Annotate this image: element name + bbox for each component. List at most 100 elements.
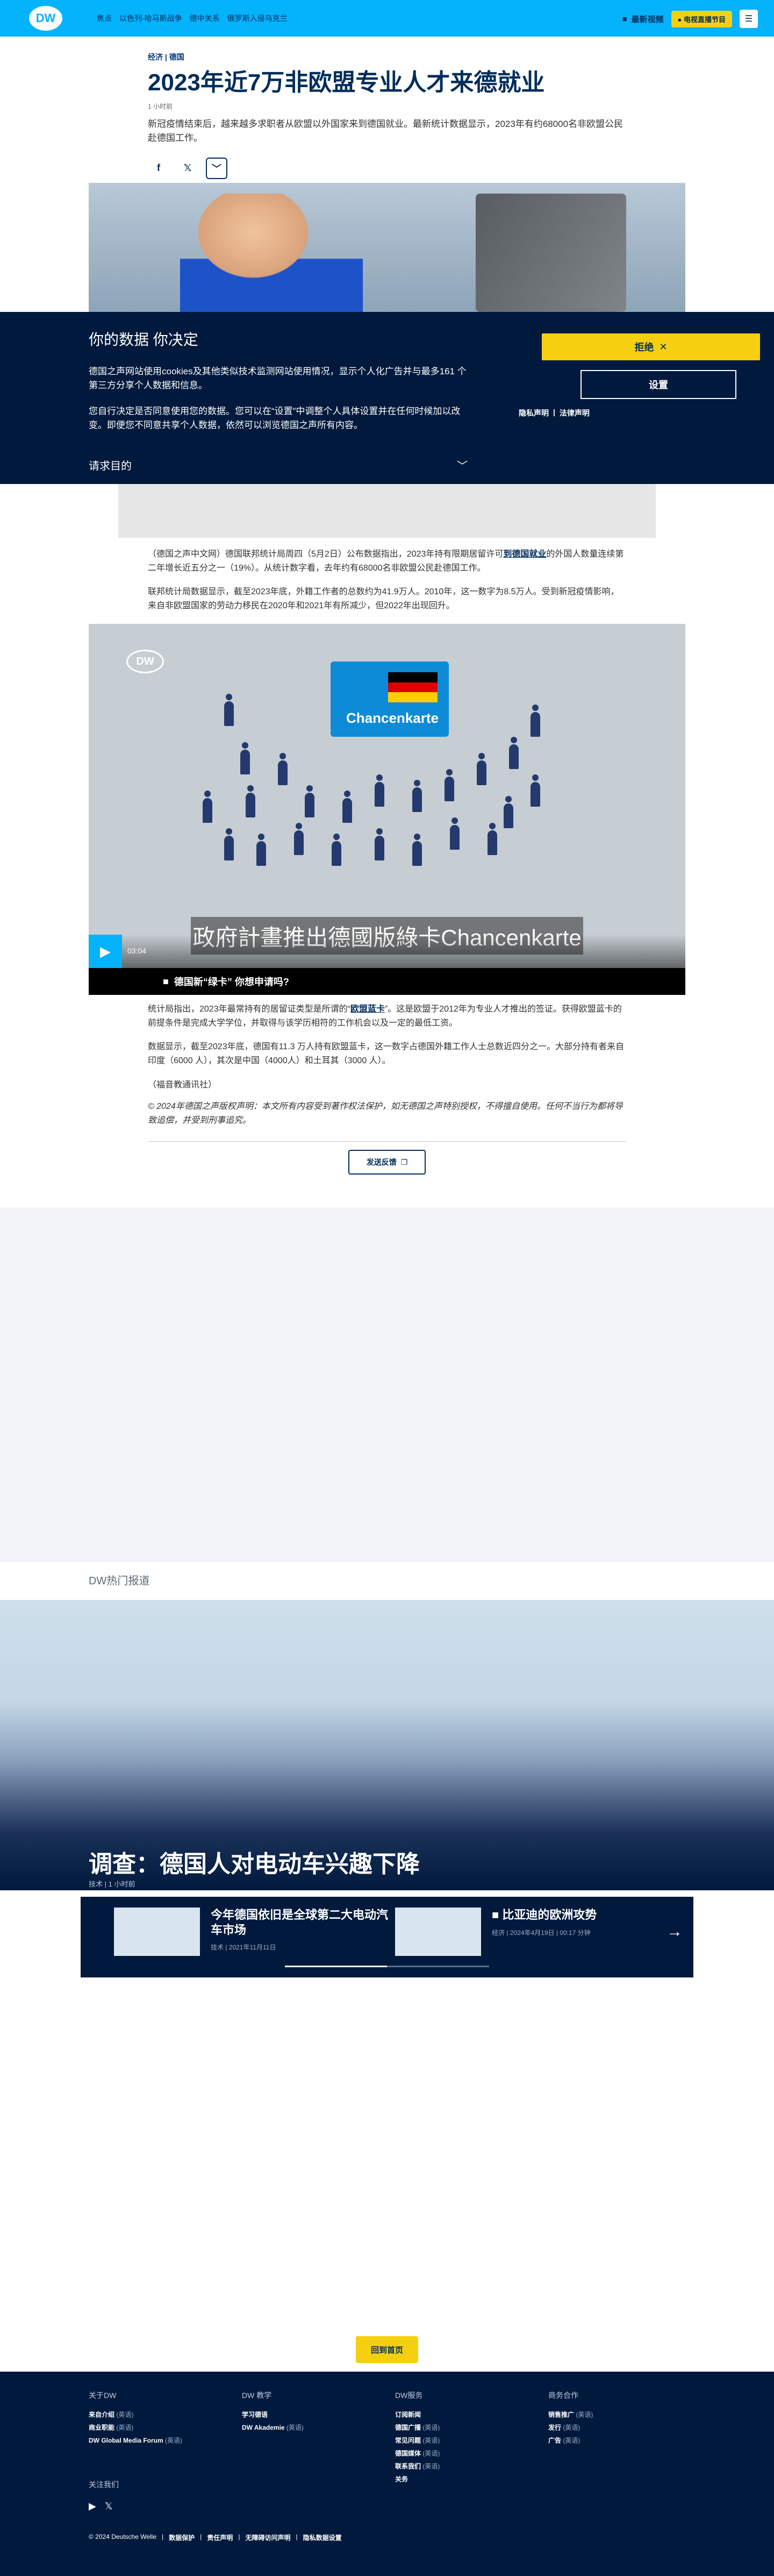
back-home-button[interactable]: 回到首页 (356, 2336, 418, 2363)
footer-link[interactable]: 商业职能 (英语) (89, 2421, 228, 2434)
person-figure (255, 834, 267, 866)
nav-focus[interactable]: 焦点 (97, 13, 112, 24)
person-figure (508, 737, 520, 769)
footer-accessibility-link[interactable]: 无障碍访问声明 (245, 2533, 290, 2542)
footer-link-label: 德国媒体 (395, 2450, 421, 2457)
footer-link[interactable]: 联系我们 (英语) (395, 2460, 535, 2473)
footer-sep: | (296, 2533, 298, 2541)
footer-sep: | (238, 2533, 240, 2541)
copy-icon: ❐ (400, 1157, 408, 1166)
footer-link[interactable]: 关务 (395, 2473, 535, 2486)
footer-link-label: 德国广播 (395, 2424, 421, 2431)
carousel-thumbnail (114, 1908, 200, 1956)
person-figure (277, 753, 289, 785)
p3-pre: 统计局指出，2023年最常持有的居留证类型是所谓的“ (148, 1005, 350, 1014)
person-figure (443, 769, 455, 801)
video-dw-logo: DW (126, 650, 164, 673)
cookie-text-2: 您自行决定是否同意使用您的数据。您可以在“设置”中调整个人具体设置并在任何时候加… (89, 406, 461, 430)
footer-link[interactable]: DW Global Media Forum (英语) (89, 2434, 228, 2447)
footer-link[interactable]: 销售推广 (英语) (548, 2408, 688, 2421)
x-icon[interactable]: 𝕏 (177, 158, 198, 179)
carousel-item[interactable]: ■ 比亚迪的欧洲攻势 经济 | 2024年4月19日 | 00:17 分钟 (395, 1908, 669, 1956)
x-icon[interactable]: 𝕏 (105, 2501, 113, 2512)
footer-sep: | (200, 2533, 202, 2541)
play-icon[interactable]: ▶ (89, 935, 122, 968)
legal-links: 隐私声明 | 法律声明 (519, 408, 590, 418)
decline-label: 拒绝 (634, 342, 654, 353)
share-more-icon[interactable]: ﹀ (206, 157, 227, 179)
legal-separator: | (553, 408, 555, 416)
cookie-banner: 你的数据 你决定 德国之声网站使用cookies及其他类似技术监测网站使用情况，… (0, 312, 774, 484)
person-figure (486, 823, 498, 855)
carousel-progress-fill (285, 1966, 387, 1967)
nav-ukraine[interactable]: 俄罗斯入侵乌克兰 (227, 13, 288, 24)
carousel-title-text: 比亚迪的欧洲攻势 (502, 1908, 597, 1922)
hero-image (89, 183, 685, 312)
youtube-icon[interactable]: ▶ (89, 2501, 96, 2512)
article-lead: 新冠疫情结束后，越来越多求职者从欧盟以外国家来到德国就业。最新统计数据显示，20… (148, 119, 624, 144)
video-player[interactable]: DW Chancenkarte 政府計畫推出德國版綠卡Chancenkarte … (89, 624, 685, 995)
footer-link[interactable]: 订阅新闻 (395, 2408, 535, 2421)
carousel-text: 今年德国依旧是全球第二大电动汽车市场 技术 | 2021年11月11日 (211, 1908, 388, 1956)
blue-card-link[interactable]: 欧盟蓝卡 (350, 1005, 385, 1014)
feedback-button[interactable]: 发送反馈 ❐ (348, 1150, 426, 1175)
follow-label: 关注我们 (89, 2480, 119, 2489)
employment-link[interactable]: 到德国就业 (503, 550, 546, 559)
hot-teaser[interactable]: 调查：德国人对电动车兴趣下降 技术 | 1 小时前 (0, 1600, 774, 1890)
footer-link[interactable]: 德国广播 (英语) (395, 2421, 535, 2434)
facebook-icon[interactable]: f (148, 158, 169, 179)
cookie-title: 你的数据 你决定 (89, 331, 198, 348)
article-header: 经济 | 德国 2023年近7万非欧盟专业人才来德就业 1 小时前 新冠疫情结束… (148, 52, 626, 179)
breadcrumb[interactable]: 经济 | 德国 (148, 52, 626, 62)
footer-link[interactable]: 学习德语 (242, 2408, 382, 2421)
feedback-label: 发送反馈 (366, 1158, 397, 1166)
settings-button[interactable]: 设置 (580, 370, 736, 399)
decline-button[interactable]: 拒绝 ✕ (542, 333, 760, 360)
person-figure (449, 817, 461, 850)
legal-link[interactable]: 法律声明 (560, 408, 590, 418)
menu-icon[interactable]: ☰ (740, 10, 758, 28)
machine-shape (476, 194, 626, 312)
carousel-progress (285, 1966, 489, 1967)
footer-link[interactable]: 德国媒体 (英语) (395, 2447, 535, 2460)
footer-link[interactable]: 常见问题 (英语) (395, 2434, 535, 2447)
live-tv-button[interactable]: ● 电视直播节目 (671, 10, 732, 27)
video-camera-icon: ■ (492, 1908, 503, 1922)
teaser-meta: 技术 | 1 小时前 (89, 1880, 135, 1888)
footer-privacy-link[interactable]: 数据保护 (169, 2533, 195, 2542)
person-figure (202, 791, 213, 823)
ad-placeholder (118, 484, 656, 538)
cookie-purposes-toggle[interactable]: 请求目的 ﹀ (89, 457, 468, 473)
page-title: 2023年近7万非欧盟专业人才来德就业 (148, 69, 545, 96)
footer-link[interactable]: 来自介绍 (英语) (89, 2408, 228, 2421)
person-figure (476, 753, 488, 785)
footer-link[interactable]: DW Akademie (英语) (242, 2421, 382, 2434)
footer-link[interactable]: 广告 (英语) (548, 2434, 688, 2447)
share-bar: f 𝕏 ﹀ (148, 157, 626, 179)
nav-germany-china[interactable]: 德中关系 (190, 13, 220, 24)
footer-privacy-settings-link[interactable]: 隐私数据设置 (303, 2533, 342, 2542)
cookie-text-1: 德国之声网站使用cookies及其他类似技术监测网站使用情况，显示个人化广告并与… (89, 366, 467, 390)
footer-link-note: (英语) (116, 2411, 134, 2418)
footer-link-note: (英语) (422, 2450, 440, 2457)
teaser-headline[interactable]: 调查：德国人对电动车兴趣下降 (89, 1845, 420, 1879)
carousel-meta: 经济 | 2024年4月19日 | 00:17 分钟 (492, 1929, 591, 1937)
arrow-right-icon[interactable]: → (666, 1923, 683, 1941)
footer-link-label: DW Akademie (242, 2424, 285, 2431)
privacy-link[interactable]: 隐私声明 (519, 408, 549, 418)
nav-israel-hamas[interactable]: 以色列-哈马斯战争 (119, 13, 182, 24)
footer-heading: 商务合作 (548, 2391, 578, 2400)
footer-disclaimer-link[interactable]: 责任声明 (207, 2533, 233, 2542)
footer-link[interactable]: 发行 (英语) (548, 2421, 688, 2434)
footer-heading: DW 教学 (242, 2391, 272, 2400)
hot-reports-label: DW热门报道 (89, 1575, 150, 1587)
newest-video-link[interactable]: ■ 最新视频 (622, 13, 663, 25)
p1-pre: （德国之声中文网）德国联邦统计局周四（5月2日）公布数据指出，2023年持有限期… (148, 550, 504, 559)
video-caption: ■ 德国新“绿卡” 你想申请吗? (89, 968, 685, 995)
carousel-item[interactable]: 今年德国依旧是全球第二大电动汽车市场 技术 | 2021年11月11日 (114, 1908, 388, 1956)
footer-link-label: 学习德语 (242, 2411, 268, 2418)
top-nav: 焦点 以色列-哈马斯战争 德中关系 俄罗斯入侵乌克兰 (97, 13, 288, 24)
dw-logo[interactable]: DW (29, 6, 62, 31)
footer-link-note: (英语) (116, 2424, 134, 2431)
footer-heading: 关于DW (89, 2391, 117, 2400)
